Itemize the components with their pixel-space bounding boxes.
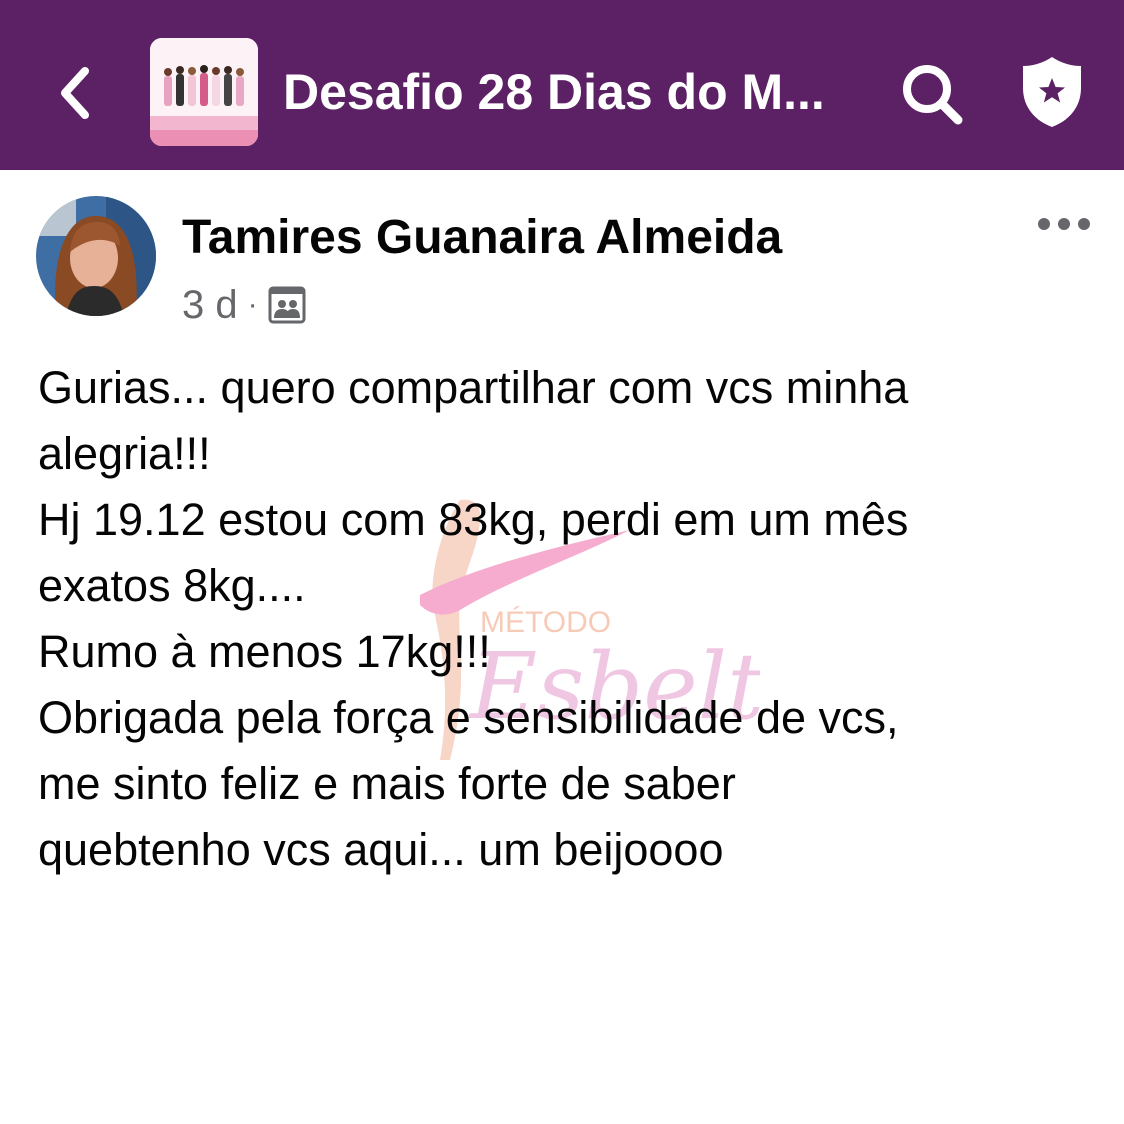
avatar-photo <box>36 196 156 316</box>
author-avatar[interactable] <box>36 196 156 316</box>
post-text-line: quebtenho vcs aqui... um beijoooo <box>38 824 724 875</box>
post-timestamp[interactable]: 3 d <box>182 280 238 330</box>
search-icon <box>903 65 963 125</box>
chevron-left-icon <box>61 66 89 119</box>
group-privacy-icon <box>268 286 306 324</box>
meta-separator: · <box>247 288 258 321</box>
search-button[interactable] <box>896 58 968 130</box>
group-cover-image <box>150 38 258 146</box>
shield-star-icon <box>1023 57 1081 127</box>
back-button[interactable] <box>40 55 110 130</box>
group-cover-thumbnail[interactable] <box>150 38 258 146</box>
post-text-line: me sinto feliz e mais forte de saber <box>38 758 736 809</box>
post-text-line: exatos 8kg.... <box>38 560 306 611</box>
post-text-line: alegria!!! <box>38 428 211 479</box>
post-options-button[interactable] <box>1030 204 1098 244</box>
group-header-bar: Desafio 28 Dias do M... <box>0 0 1124 170</box>
more-horizontal-icon <box>1038 218 1090 230</box>
admin-tools-button[interactable] <box>1016 52 1088 132</box>
group-title[interactable]: Desafio 28 Dias do M... <box>283 60 843 124</box>
post-text: Gurias... quero compartilhar com vcs min… <box>38 355 1088 883</box>
post-meta: 3 d · <box>182 280 306 330</box>
post-text-line: Obrigada pela força e sensibilidade de v… <box>38 692 899 743</box>
post-text-line: Gurias... quero compartilhar com vcs min… <box>38 362 909 413</box>
post-text-line: Rumo à menos 17kg!!! <box>38 626 491 677</box>
post-text-line: Hj 19.12 estou com 83kg, perdi em um mês <box>38 494 909 545</box>
author-name[interactable]: Tamires Guanaira Almeida <box>182 208 782 268</box>
